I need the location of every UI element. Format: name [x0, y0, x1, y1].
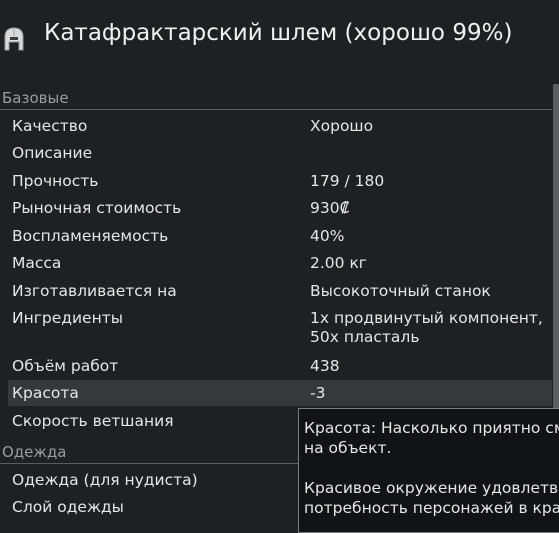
stat-label: Воспламеняемость — [12, 227, 169, 245]
section-base-title: Базовые — [2, 89, 69, 107]
stat-label: Масса — [12, 254, 62, 272]
stat-label: Рыночная стоимость — [12, 199, 182, 217]
stat-value: 179 / 180 — [310, 172, 385, 190]
stat-label: Одежда (для нудиста) — [12, 471, 198, 489]
section-apparel-title: Одежда — [2, 443, 67, 461]
stat-value: 1x продвинутый компонент, 50x пласталь — [310, 309, 543, 346]
tooltip-text: Красота: Насколько приятно см на объект.… — [304, 418, 559, 518]
stat-label: Прочность — [12, 172, 99, 190]
stat-label: Ингредиенты — [12, 309, 123, 327]
window-header: Катафрактарский шлем (хорошо 99%) — [0, 0, 559, 80]
stat-row-ingredients[interactable]: Ингредиенты 1x продвинутый компонент, 50… — [8, 309, 552, 349]
stat-label: Описание — [12, 144, 93, 162]
stat-value: Хорошо — [310, 117, 374, 135]
tooltip-line-2: Красивое окружение удовлетво потребность… — [304, 479, 559, 517]
item-title: Катафрактарский шлем (хорошо 99%) — [44, 20, 513, 46]
stat-label: Красота — [12, 384, 79, 402]
beauty-tooltip: Красота: Насколько приятно см на объект.… — [298, 408, 559, 533]
stat-value: 40% — [310, 227, 345, 245]
stat-value: -3 — [310, 384, 326, 402]
stat-label: Слой одежды — [12, 498, 124, 516]
stat-label: Изготавливается на — [12, 282, 177, 300]
stat-value: 930₡ — [310, 199, 350, 217]
helmet-icon — [2, 26, 26, 52]
stat-label: Скорость ветшания — [12, 412, 174, 430]
section-base-header: Базовые — [0, 88, 552, 110]
stat-value: Высокоточный станок — [310, 282, 491, 300]
tooltip-line-1: Красота: Насколько приятно см на объект. — [304, 419, 559, 457]
stat-label: Качество — [12, 117, 88, 135]
stat-value: 438 — [310, 357, 340, 375]
stat-value: 2.00 кг — [310, 254, 367, 272]
stat-row-beauty[interactable]: Красота -3 — [8, 380, 552, 406]
stat-label: Объём работ — [12, 357, 119, 375]
